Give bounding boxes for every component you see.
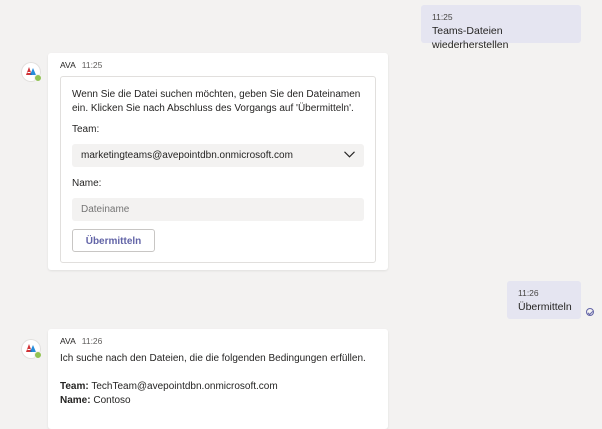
bot-card-message: AVA 11:25 Wenn Sie die Datei suchen möcht… bbox=[48, 53, 388, 270]
result-text: Ich suche nach den Dateien, die die folg… bbox=[60, 353, 366, 364]
message-text: Teams-Dateien wiederherstellen bbox=[432, 25, 509, 51]
bot-avatar[interactable] bbox=[21, 62, 42, 82]
result-name-line: Name: Contoso bbox=[60, 394, 131, 408]
submit-button[interactable]: Übermitteln bbox=[72, 229, 155, 252]
available-status-icon bbox=[34, 74, 42, 82]
result-team-value: TechTeam@avepointdbn.onmicrosoft.com bbox=[91, 381, 278, 392]
outgoing-message[interactable]: 11:25 Teams-Dateien wiederherstellen bbox=[421, 5, 581, 51]
sender-name: AVA bbox=[60, 336, 76, 346]
message-timestamp: 11:26 bbox=[518, 288, 539, 298]
sender-name: AVA bbox=[60, 60, 76, 70]
result-team-line: Team: TechTeam@avepointdbn.onmicrosoft.c… bbox=[60, 380, 278, 394]
available-status-icon bbox=[34, 351, 42, 359]
card-description: Wenn Sie die Datei suchen möchten, geben… bbox=[72, 89, 361, 114]
bot-avatar[interactable] bbox=[21, 339, 42, 359]
message-header: AVA 11:25 bbox=[60, 60, 102, 70]
team-dropdown-value: marketingteams@avepointdbn.onmicrosoft.c… bbox=[81, 150, 293, 161]
result-name-key: Name: bbox=[60, 395, 91, 406]
team-dropdown[interactable]: marketingteams@avepointdbn.onmicrosoft.c… bbox=[72, 144, 364, 167]
message-text: Übermitteln bbox=[518, 301, 572, 313]
bot-result-message: AVA 11:26 Ich suche nach den Dateien, die… bbox=[48, 329, 388, 429]
message-header: AVA 11:26 bbox=[60, 336, 102, 346]
outgoing-message[interactable]: 11:26 Übermitteln bbox=[507, 281, 581, 319]
adaptive-card: Wenn Sie die Datei suchen möchten, geben… bbox=[60, 76, 376, 263]
filename-input[interactable] bbox=[72, 198, 364, 221]
chevron-down-icon[interactable] bbox=[344, 151, 355, 158]
result-name-value: Contoso bbox=[93, 395, 131, 406]
message-timestamp: 11:25 bbox=[81, 60, 103, 70]
message-timestamp: 11:25 bbox=[432, 12, 453, 22]
read-receipt-icon bbox=[586, 308, 594, 316]
result-team-key: Team: bbox=[60, 381, 89, 392]
name-label: Name: bbox=[72, 178, 102, 189]
team-label: Team: bbox=[72, 124, 100, 135]
message-timestamp: 11:26 bbox=[81, 336, 103, 346]
